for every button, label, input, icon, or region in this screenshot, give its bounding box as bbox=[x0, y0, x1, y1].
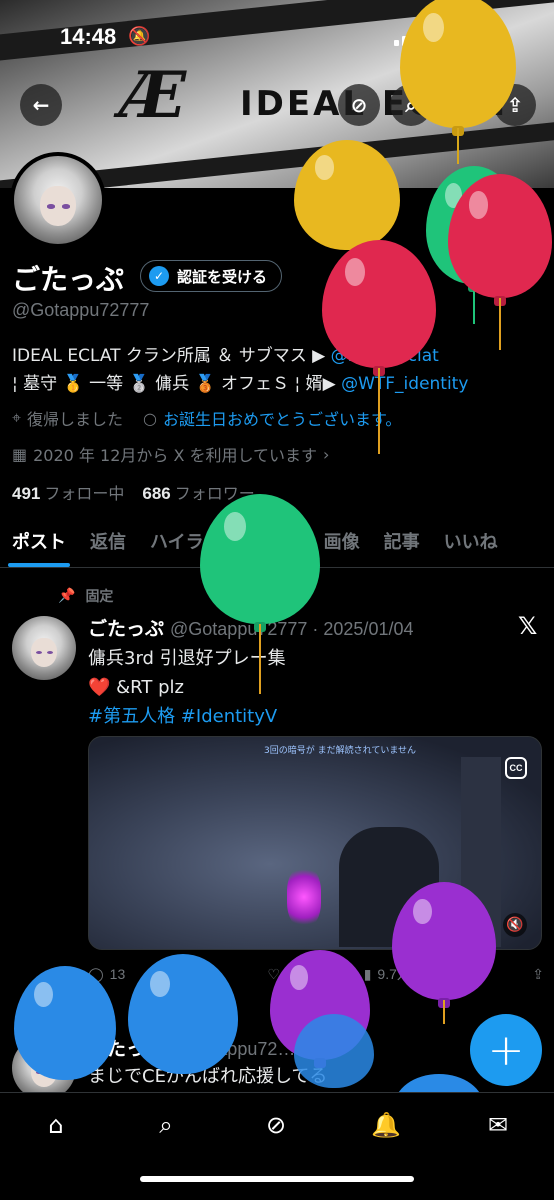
profile-bio: IDEAL ECLAT クラン所属 ＆ サブマス ▶ @ideal_eclat … bbox=[12, 342, 548, 398]
nav-notifications-icon[interactable]: 🔔 bbox=[366, 1111, 406, 1143]
share-post-button[interactable]: ⇪ bbox=[532, 964, 544, 984]
post-body: 傭兵3rd 引退好プレー集 ❤️ &RT plz #第五人格 #Identity… bbox=[88, 644, 286, 731]
balloon-purple bbox=[392, 882, 496, 1024]
tab-posts[interactable]: ポスト bbox=[0, 520, 78, 567]
bio-line-2: ¦ 墓守 🥇 一等 🥈 傭兵 🥉 オフェＳ ¦ 婿▶ bbox=[12, 374, 342, 394]
tab-likes[interactable]: いいね bbox=[432, 520, 510, 567]
status-time: 14:48 bbox=[60, 24, 117, 49]
nav-home-icon[interactable]: ⌂ bbox=[36, 1111, 76, 1143]
nav-messages-icon[interactable]: ✉ bbox=[478, 1111, 518, 1143]
nav-search-icon[interactable]: ⌕ bbox=[146, 1111, 186, 1143]
video-hud-text: 3回の暗号が まだ解読されていません bbox=[264, 746, 417, 756]
post-author-name[interactable]: ごたっぷ bbox=[88, 618, 164, 640]
chevron-right-icon: › bbox=[323, 444, 330, 464]
home-indicator bbox=[140, 1176, 414, 1182]
profile-birthday[interactable]: お誕生日おめでとうございます。 bbox=[163, 406, 401, 430]
post-author-avatar[interactable] bbox=[12, 616, 76, 680]
profile-meta-row: ⌖ 復帰しました ○ お誕生日おめでとうございます。 bbox=[12, 406, 401, 430]
post-line-2: ❤️ &RT plz bbox=[88, 677, 184, 698]
location-pin-icon: ⌖ bbox=[12, 408, 22, 427]
profile-joined: 2020 年 12月から X を利用しています bbox=[33, 446, 318, 465]
balloon-yellow-2 bbox=[294, 140, 400, 250]
balloon-blue-2 bbox=[128, 954, 238, 1074]
plus-icon: + bbox=[487, 1024, 525, 1076]
pinned-indicator: 📌 固定 bbox=[58, 586, 113, 606]
back-button[interactable]: ← bbox=[20, 84, 62, 126]
video-mute-icon[interactable]: 🔇 bbox=[503, 913, 527, 937]
mute-button[interactable]: ⊘ bbox=[338, 84, 380, 126]
post-line-1: 傭兵3rd 引退好プレー集 bbox=[88, 648, 286, 669]
tab-replies[interactable]: 返信 bbox=[78, 520, 138, 567]
calendar-icon: ▦ bbox=[12, 444, 28, 464]
captions-icon[interactable]: CC bbox=[505, 757, 527, 779]
verified-check-icon: ✓ bbox=[149, 266, 169, 286]
get-verified-label: 認証を受ける bbox=[177, 267, 268, 286]
profile-avatar[interactable] bbox=[10, 152, 106, 248]
profile-display-name: ごたっぷ bbox=[12, 263, 125, 296]
balloon-blue bbox=[14, 966, 116, 1080]
balloon-green-2 bbox=[200, 494, 320, 694]
profile-handle: @Gotappu72777 bbox=[12, 300, 150, 320]
nav-grok-icon[interactable]: ⊘ bbox=[256, 1111, 296, 1143]
pin-icon: 📌 bbox=[58, 588, 76, 604]
balloon-yellow bbox=[400, 0, 516, 164]
share-post-icon: ⇪ bbox=[532, 965, 544, 982]
tab-articles[interactable]: 記事 bbox=[372, 520, 432, 567]
arrow-left-icon: ← bbox=[32, 93, 50, 117]
mute-icon: ⊘ bbox=[350, 93, 368, 117]
post-hashtags[interactable]: #第五人格 #IdentityV bbox=[88, 702, 286, 731]
profile-location: 復帰しました bbox=[27, 410, 124, 429]
pinned-label: 固定 bbox=[85, 589, 114, 605]
bio-line-1: IDEAL ECLAT クラン所属 ＆ サブマス ▶ bbox=[12, 346, 331, 366]
bio-link-wtf-identity[interactable]: @WTF_identity bbox=[341, 374, 468, 394]
bottom-navigation: ⌂ ⌕ ⊘ 🔔 ✉ bbox=[0, 1092, 554, 1200]
balloon-red bbox=[448, 174, 552, 350]
balloon-blue-4 bbox=[294, 1014, 374, 1088]
balloon-red-2 bbox=[322, 240, 436, 454]
compose-post-button[interactable]: + bbox=[470, 1014, 542, 1086]
bell-off-icon: 🔕 bbox=[128, 26, 151, 47]
following-link[interactable]: 491 フォロー中 bbox=[12, 480, 124, 504]
grok-x-icon[interactable]: 𝕏 bbox=[518, 612, 537, 640]
profile-joined-row[interactable]: ▦ 2020 年 12月から X を利用しています › bbox=[12, 442, 329, 466]
tab-images[interactable]: 画像 bbox=[312, 520, 372, 567]
get-verified-button[interactable]: ✓ 認証を受ける bbox=[140, 260, 283, 292]
balloon-icon: ○ bbox=[143, 408, 157, 428]
